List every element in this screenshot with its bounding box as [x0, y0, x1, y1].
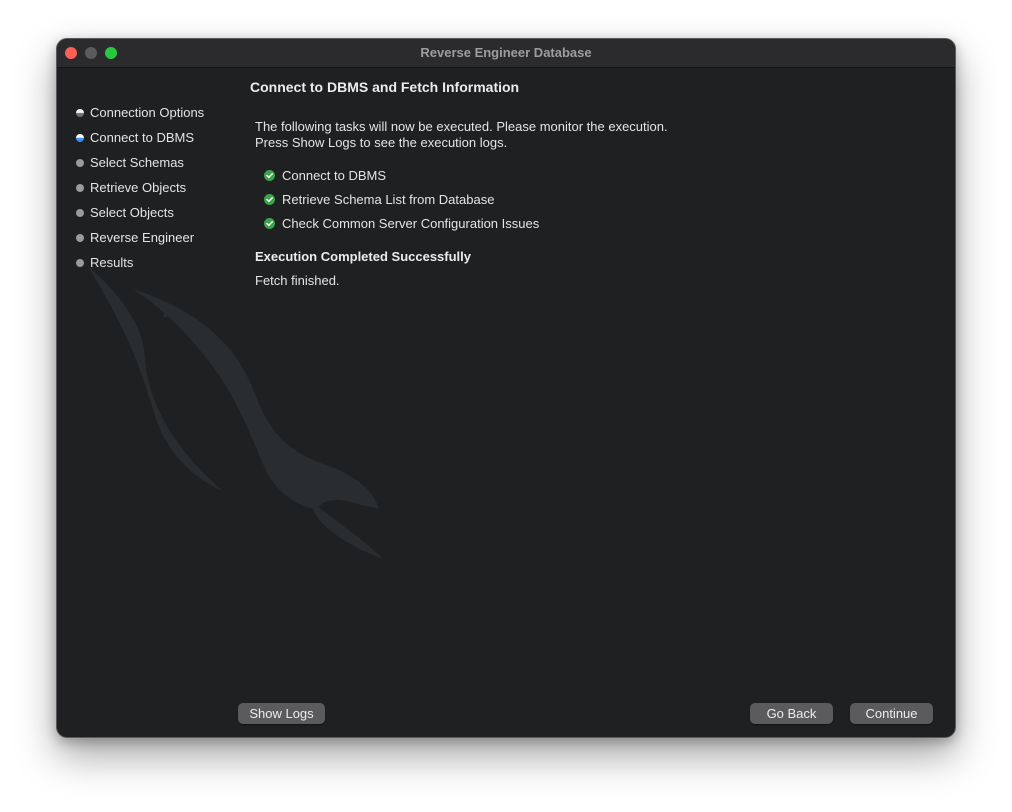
execution-status-text: Fetch finished. — [255, 273, 340, 288]
title-bar[interactable]: Reverse Engineer Database — [57, 39, 955, 68]
step-label: Select Objects — [90, 205, 174, 220]
wizard-steps-list: Connection Options Connect to DBMS Selec… — [75, 103, 204, 278]
step-select-objects: Select Objects — [75, 203, 204, 228]
success-check-icon — [264, 194, 275, 205]
success-check-icon — [264, 170, 275, 181]
task-label: Connect to DBMS — [282, 168, 387, 183]
step-done-icon — [76, 109, 84, 117]
step-results: Results — [75, 253, 204, 278]
step-label: Retrieve Objects — [90, 180, 187, 195]
step-select-schemas: Select Schemas — [75, 153, 204, 178]
page-title: Connect to DBMS and Fetch Information — [250, 79, 520, 95]
step-connection-options: Connection Options — [75, 103, 204, 128]
step-pending-icon — [76, 259, 84, 267]
step-pending-icon — [76, 184, 84, 192]
step-label: Connection Options — [90, 105, 205, 120]
window-title: Reverse Engineer Database — [420, 45, 592, 60]
step-pending-icon — [76, 209, 84, 217]
intro-line-1: The following tasks will now be executed… — [255, 119, 668, 134]
continue-button[interactable]: Continue — [850, 703, 933, 724]
intro-line-2: Press Show Logs to see the execution log… — [255, 135, 508, 150]
task-retrieve-schema-list: Retrieve Schema List from Database — [264, 191, 539, 215]
step-reverse-engineer: Reverse Engineer — [75, 228, 204, 253]
step-connect-to-dbms: Connect to DBMS — [75, 128, 204, 153]
step-retrieve-objects: Retrieve Objects — [75, 178, 204, 203]
reverse-engineer-window: Reverse Engineer Database Connection Opt… — [56, 38, 956, 738]
step-label: Reverse Engineer — [90, 230, 195, 245]
step-label: Select Schemas — [90, 155, 184, 170]
step-label: Connect to DBMS — [90, 130, 195, 145]
step-pending-icon — [76, 234, 84, 242]
success-check-icon — [264, 218, 275, 229]
task-label: Retrieve Schema List from Database — [282, 192, 495, 207]
show-logs-button[interactable]: Show Logs — [238, 703, 325, 724]
task-check-server-configuration: Check Common Server Configuration Issues — [264, 215, 539, 239]
task-list: Connect to DBMS Retrieve Schema List fro… — [264, 167, 539, 239]
step-pending-icon — [76, 159, 84, 167]
go-back-button[interactable]: Go Back — [750, 703, 833, 724]
step-active-icon — [76, 134, 84, 142]
step-label: Results — [90, 255, 134, 270]
dolphin-logo-watermark-icon — [87, 265, 383, 559]
task-label: Check Common Server Configuration Issues — [282, 216, 540, 231]
task-connect-to-dbms: Connect to DBMS — [264, 167, 539, 191]
intro-text: The following tasks will now be executed… — [255, 119, 668, 151]
execution-status-title: Execution Completed Successfully — [255, 249, 472, 264]
